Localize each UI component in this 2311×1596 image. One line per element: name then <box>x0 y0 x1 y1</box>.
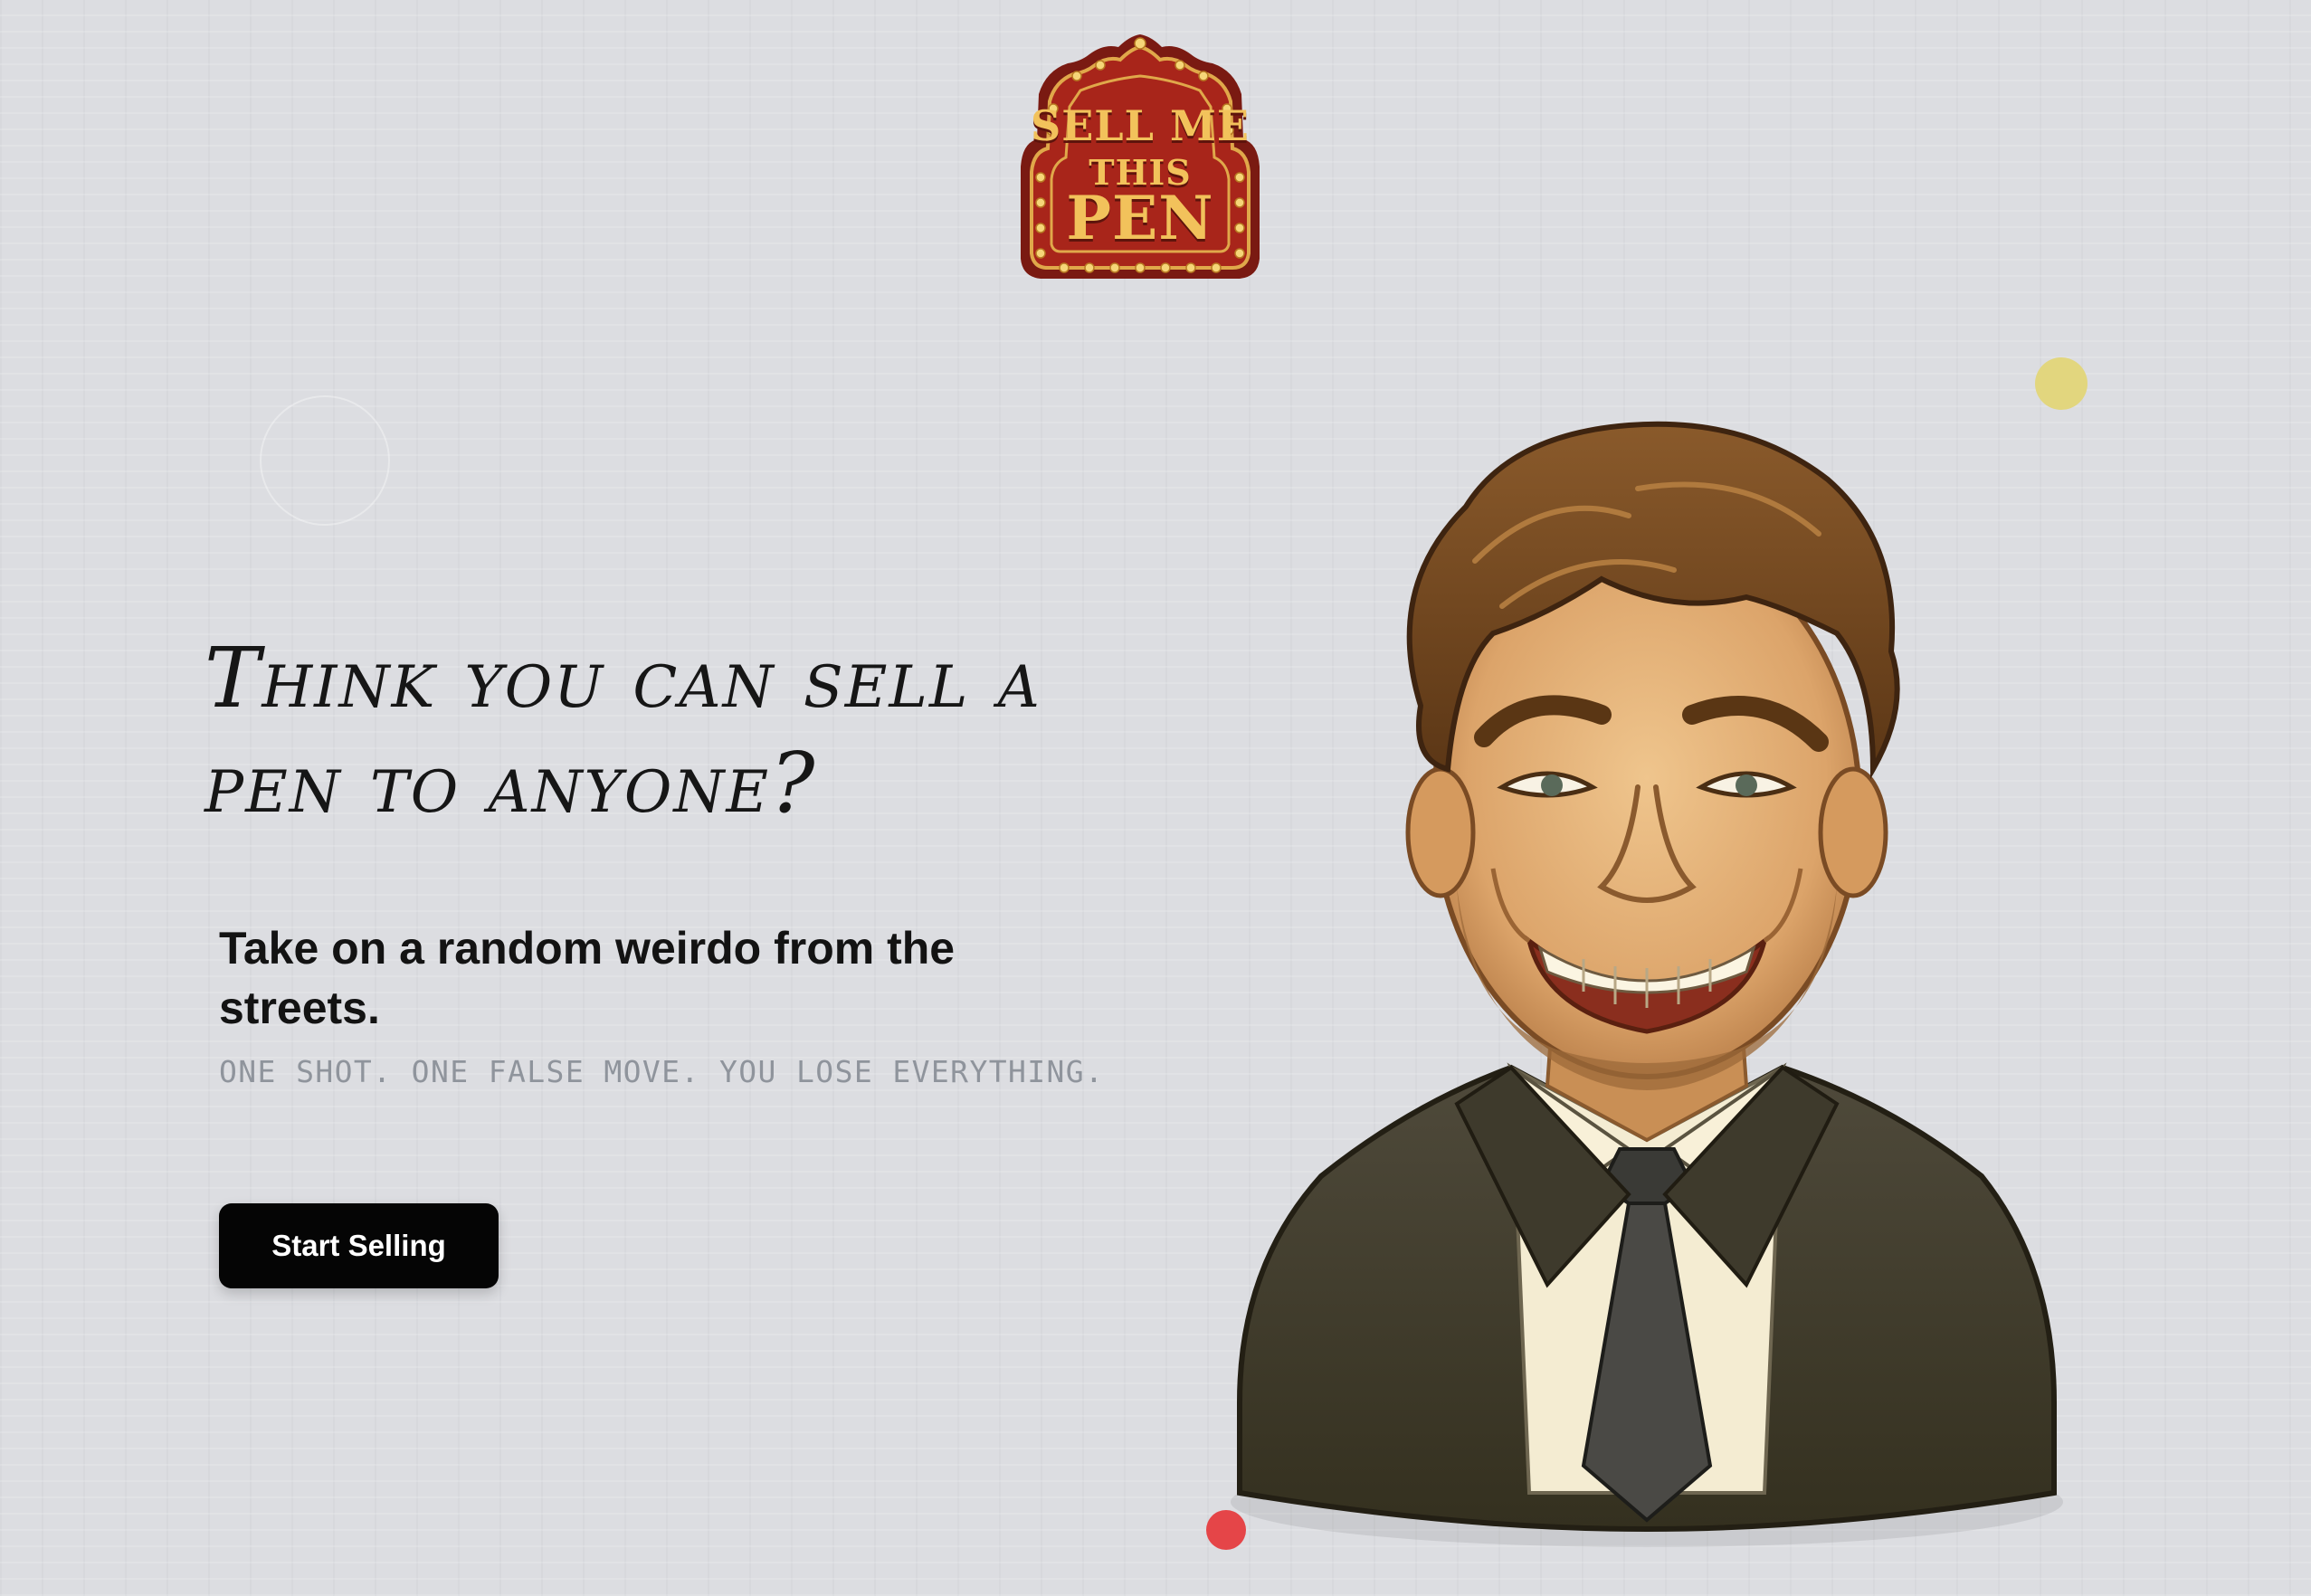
smiling-salesman-illustration-icon <box>1231 421 2063 1547</box>
logo-sell-me-this-pen[interactable]: SELL ME THIS PEN <box>1017 31 1263 280</box>
character-illustration <box>1203 380 2090 1556</box>
logo-text-line-1: SELL ME <box>1031 101 1250 150</box>
start-selling-button[interactable]: Start Selling <box>219 1203 499 1288</box>
logo-text-line-3: PEN <box>1066 183 1214 253</box>
hero-subtitle: Take on a random weirdo from the streets… <box>219 923 956 1033</box>
decorative-circle <box>260 395 390 526</box>
hero-tagline: ONE SHOT. ONE FALSE MOVE. YOU LOSE EVERY… <box>219 1054 1105 1089</box>
hero-title: Think you can sell a pen to anyone? <box>204 630 1041 831</box>
